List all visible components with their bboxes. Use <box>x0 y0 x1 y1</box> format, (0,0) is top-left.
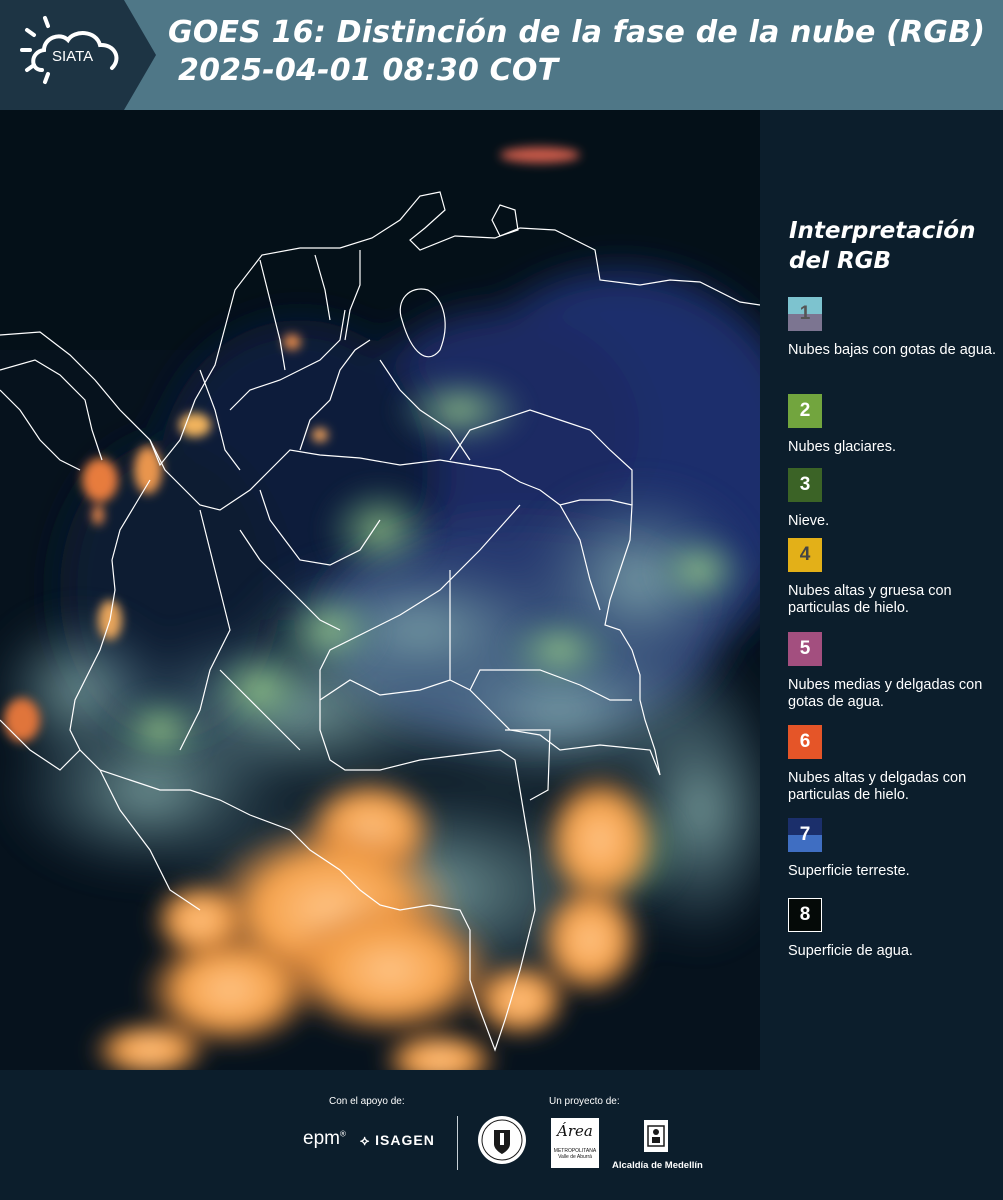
legend-swatch: 6 <box>788 725 822 759</box>
legend-label: Superficie de agua. <box>788 943 913 959</box>
title-line-1: GOES 16: Distinción de la fase de la nub… <box>168 15 986 50</box>
satellite-map <box>0 110 760 1070</box>
legend-swatch: 3 <box>788 468 822 502</box>
siata-logo: SIATA <box>0 0 156 110</box>
legend-number: 2 <box>799 400 811 421</box>
legend-label: Nubes bajas con gotas de agua. <box>788 342 996 358</box>
siata-logo-text: SIATA <box>52 48 93 65</box>
legend-label: Nieve. <box>788 513 830 529</box>
alcaldia-text: Alcaldía de Medellín <box>612 1160 703 1171</box>
area-metropolitana-logo: Área METROPOLITANA Valle de Aburrá <box>551 1118 599 1168</box>
footer-divider <box>457 1116 458 1170</box>
legend-label: Nubes glaciares. <box>788 439 896 455</box>
legend-item-8: 8 Superficie de agua. <box>788 898 1000 960</box>
legend-item-4: 4 Nubes altas y gruesa con particulas de … <box>788 538 1000 617</box>
isagen-icon: ⟡ <box>360 1132 371 1148</box>
support-caption: Con el apoyo de: <box>329 1096 405 1107</box>
legend-swatch: 8 <box>788 898 822 932</box>
area-logo-text: Área <box>557 1122 593 1140</box>
legend-number: 7 <box>799 824 811 845</box>
legend-swatch: 7 <box>788 818 822 852</box>
legend-number: 8 <box>799 904 811 925</box>
legend-item-7: 7 Superficie terreste. <box>788 818 1000 880</box>
legend-number: 1 <box>799 303 811 324</box>
legend-item-1: 1 Nubes bajas con gotas de agua. <box>788 297 1000 359</box>
legend-title: Interpretación del RGB <box>789 218 976 274</box>
legend-item-3: 3 Nieve. <box>788 468 1000 530</box>
legend-item-2: 2 Nubes glaciares. <box>788 394 1000 456</box>
title-line-2: 2025-04-01 08:30 COT <box>178 53 559 88</box>
page-title: GOES 16: Distinción de la fase de la nub… <box>168 14 998 90</box>
legend-swatch: 4 <box>788 538 822 572</box>
legend-swatch: 2 <box>788 394 822 428</box>
legend-number: 5 <box>799 638 811 659</box>
project-caption: Un proyecto de: <box>549 1096 620 1107</box>
legend-label: Nubes medias y delgadas con gotas de agu… <box>788 677 983 710</box>
epm-logo: epm® <box>303 1128 346 1149</box>
alcaldia-crest-icon <box>644 1120 668 1152</box>
footer: Con el apoyo de: Un proyecto de: epm® ⟡ … <box>0 1070 1003 1200</box>
legend-item-5: 5 Nubes medias y delgadas con gotas de ag… <box>788 632 1000 711</box>
medellin-seal-icon <box>478 1116 526 1164</box>
legend-label: Nubes altas y gruesa con particulas de h… <box>788 583 952 616</box>
legend-panel: Interpretación del RGB 1 Nubes bajas con … <box>760 110 1003 1070</box>
epm-logo-text: epm <box>303 1128 340 1149</box>
legend-number: 4 <box>799 544 811 565</box>
legend-label: Nubes altas y delgadas con particulas de… <box>788 770 967 803</box>
legend-swatch: 5 <box>788 632 822 666</box>
legend-number: 6 <box>799 731 811 752</box>
isagen-logo-text: ISAGEN <box>375 1132 435 1148</box>
legend-label: Superficie terreste. <box>788 863 910 879</box>
isagen-logo: ⟡ ISAGEN <box>360 1132 435 1149</box>
header-bar: SIATA GOES 16: Distinción de la fase de … <box>0 0 1003 110</box>
legend-swatch: 1 <box>788 297 822 331</box>
area-logo-subtext: METROPOLITANA Valle de Aburrá <box>553 1148 597 1160</box>
legend-item-6: 6 Nubes altas y delgadas con particulas d… <box>788 725 1000 804</box>
legend-number: 3 <box>799 474 811 495</box>
